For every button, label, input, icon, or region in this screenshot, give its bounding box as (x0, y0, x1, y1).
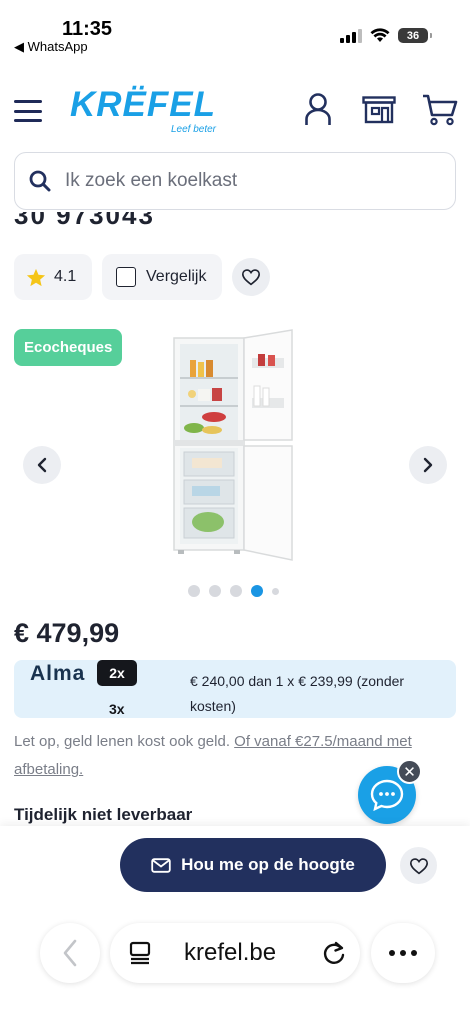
heart-icon (409, 857, 428, 874)
battery-icon: 36 (398, 28, 432, 43)
carousel-dot[interactable] (209, 585, 221, 597)
site-header: KRËFEL Leef beter (0, 80, 470, 144)
chat-icon (370, 779, 404, 811)
browser-back-button[interactable] (40, 923, 100, 983)
more-dot (389, 950, 395, 956)
availability-status: Tijdelijk niet leverbaar (14, 805, 193, 824)
chevron-left-icon (37, 457, 47, 473)
notify-me-label: Hou me op de hoogte (181, 855, 355, 874)
mail-icon (151, 857, 171, 873)
carousel-dot[interactable] (230, 585, 242, 597)
search-box[interactable] (14, 152, 456, 210)
browser-url-text: krefel.be (184, 939, 277, 966)
status-time: 11:35 (62, 18, 113, 40)
star-icon (26, 268, 46, 286)
heart-icon (241, 269, 261, 286)
alma-installment-text: € 240,00 dan 1 x € 239,99 (zonder kosten… (190, 673, 405, 714)
store-icon[interactable] (362, 96, 396, 124)
compare-label: Vergelijk (146, 268, 207, 285)
sticky-bottom-bar: Hou me op de hoogte krefel.be (0, 826, 470, 1024)
close-icon: ✕ (403, 763, 416, 781)
carousel-dot[interactable] (272, 587, 279, 595)
favorite-button[interactable] (232, 258, 270, 296)
cellular-signal-icon (340, 28, 362, 43)
status-icons: 36 (340, 28, 432, 43)
more-options-button[interactable] (371, 923, 435, 983)
logo-tagline: Leef beter (170, 124, 216, 135)
menu-icon[interactable] (14, 100, 42, 122)
alma-option-2x[interactable]: 2x (97, 660, 137, 686)
sticky-favorite-button[interactable] (400, 847, 437, 884)
rating-value: 4.1 (54, 268, 77, 285)
compare-toggle[interactable]: Vergelijk (102, 254, 222, 300)
cart-icon[interactable] (422, 94, 458, 126)
wifi-icon (370, 28, 390, 42)
more-dot (400, 950, 406, 956)
logo-wordmark: KRËFEL (70, 85, 216, 124)
alma-installments: Alma 2x 3x € 240,00 dan 1 x € 239,99 (zo… (14, 660, 456, 718)
search-icon (29, 170, 51, 192)
browser-toolbar: krefel.be (0, 921, 470, 991)
carousel-dot-active[interactable] (251, 585, 263, 597)
credit-disclaimer-text: Let op, geld lenen kost ook geld. (14, 733, 235, 750)
more-dot (411, 950, 417, 956)
status-bar: 11:35 ◀ WhatsApp 36 (0, 0, 470, 60)
chat-close-button[interactable]: ✕ (397, 759, 422, 784)
krefel-logo[interactable]: KRËFEL Leef beter (70, 85, 216, 136)
alma-logo: Alma (30, 662, 86, 685)
compare-checkbox[interactable] (116, 267, 136, 287)
search-input[interactable] (65, 170, 405, 192)
tabs-icon[interactable] (128, 941, 152, 965)
carousel-next-button[interactable] (409, 446, 447, 484)
ecocheques-badge: Ecocheques (14, 329, 123, 366)
chevron-right-icon (423, 457, 433, 473)
product-image-fridge[interactable] (168, 328, 302, 568)
rating-chip[interactable]: 4.1 (14, 254, 92, 300)
chevron-left-icon (63, 939, 77, 967)
product-code-partial: 30 973043 (14, 212, 214, 226)
carousel-dot[interactable] (188, 585, 200, 597)
notify-me-button[interactable]: Hou me op de hoogte (120, 838, 386, 892)
back-to-app-link[interactable]: ◀ WhatsApp (14, 39, 88, 55)
product-price: € 479,99 (14, 618, 120, 648)
carousel-prev-button[interactable] (23, 446, 61, 484)
reload-icon[interactable] (322, 940, 346, 966)
carousel-pagination (188, 585, 279, 597)
alma-option-3x[interactable]: 3x (109, 701, 125, 717)
browser-url-bar[interactable]: krefel.be (110, 923, 360, 983)
account-icon[interactable] (304, 92, 332, 126)
